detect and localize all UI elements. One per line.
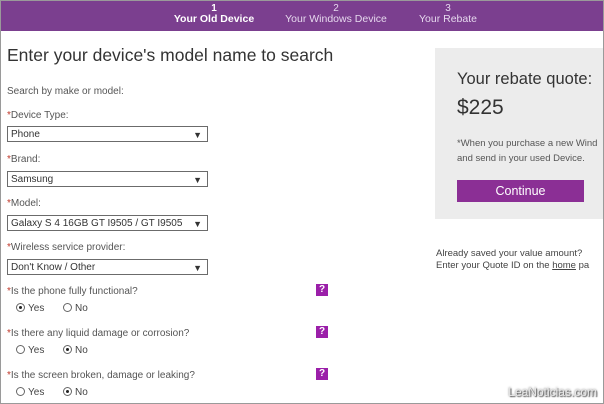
brand-label-text: Brand:: [10, 154, 41, 165]
radio-label: No: [75, 387, 88, 398]
question-text: Is the screen broken, damage or leaking?: [10, 370, 195, 381]
help-question-icon[interactable]: ?: [316, 284, 328, 296]
model-label-text: Model:: [10, 198, 41, 209]
liquid-no-radio[interactable]: No: [63, 345, 88, 357]
page-title: Enter your device's model name to search: [7, 45, 334, 65]
step-label: Your Windows Device: [285, 13, 387, 25]
saved-line-2: Enter your Quote ID on the home pa: [436, 260, 589, 272]
rebate-note: *When you purchase a new Wind and send i…: [457, 136, 603, 166]
radio-label: Yes: [28, 303, 45, 314]
radio-label: Yes: [28, 345, 45, 356]
progress-steps: 1 Your Old Device 2 Your Windows Device …: [1, 1, 603, 31]
device-type-select[interactable]: Phone ▼: [7, 126, 208, 142]
continue-button[interactable]: Continue: [457, 180, 584, 202]
step-label: Your Rebate: [419, 13, 477, 25]
watermark: LeaNoticias.com: [508, 385, 597, 399]
functional-yes-radio[interactable]: Yes: [16, 303, 44, 315]
question-screen: *Is the screen broken, damage or leaking…: [7, 370, 195, 381]
question-functional: *Is the phone fully functional?: [7, 286, 138, 297]
dropdown-arrow-icon: ▼: [193, 263, 202, 273]
radio-dot: [63, 345, 72, 354]
model-label: *Model:: [7, 198, 41, 209]
liquid-yes-radio[interactable]: Yes: [16, 345, 44, 357]
screen-no-radio[interactable]: No: [63, 387, 88, 399]
step-windows-device[interactable]: 2 Your Windows Device: [276, 3, 396, 25]
rebate-note-line: *When you purchase a new Wind: [457, 138, 598, 149]
screen-yes-radio[interactable]: Yes: [16, 387, 44, 399]
model-select[interactable]: Galaxy S 4 16GB GT I9505 / GT I9505 ▼: [7, 215, 208, 231]
question-text: Is there any liquid damage or corrosion?: [10, 328, 190, 339]
rebate-title: Your rebate quote:: [457, 70, 593, 88]
radio-label: No: [75, 303, 88, 314]
page-frame: 1 Your Old Device 2 Your Windows Device …: [0, 0, 604, 404]
brand-select[interactable]: Samsung ▼: [7, 171, 208, 187]
step-rebate[interactable]: 3 Your Rebate: [388, 3, 508, 25]
radio-dot: [16, 345, 25, 354]
saved-suffix: pa: [575, 260, 590, 271]
saved-line: Already saved your value amount?: [436, 248, 583, 259]
radio-dot: [16, 303, 25, 312]
search-subtitle: Search by make or model:: [7, 86, 124, 97]
provider-label: *Wireless service provider:: [7, 242, 125, 253]
home-link[interactable]: home: [552, 260, 576, 271]
radio-dot: [63, 303, 72, 312]
rebate-quote-panel: Your rebate quote: $225 *When you purcha…: [435, 48, 603, 219]
device-type-label: *Device Type:: [7, 110, 69, 121]
dropdown-arrow-icon: ▼: [193, 219, 202, 229]
dropdown-arrow-icon: ▼: [193, 175, 202, 185]
radio-label: No: [75, 345, 88, 356]
provider-label-text: Wireless service provider:: [10, 242, 126, 253]
dropdown-arrow-icon: ▼: [193, 130, 202, 140]
help-question-icon[interactable]: ?: [316, 368, 328, 380]
radio-label: Yes: [28, 387, 45, 398]
functional-no-radio[interactable]: No: [63, 303, 88, 315]
question-text: Is the phone fully functional?: [10, 286, 138, 297]
rebate-note-line: and send in your used Device.: [457, 153, 585, 164]
rebate-amount: $225: [457, 96, 504, 119]
provider-select[interactable]: Don't Know / Other ▼: [7, 259, 208, 275]
device-type-value: Phone: [11, 129, 40, 140]
saved-prefix: Enter your Quote ID on the: [436, 260, 553, 271]
help-question-icon[interactable]: ?: [316, 326, 328, 338]
radio-dot: [16, 387, 25, 396]
step-label: Your Old Device: [173, 13, 255, 25]
brand-value: Samsung: [11, 174, 54, 185]
question-liquid: *Is there any liquid damage or corrosion…: [7, 328, 189, 339]
brand-label: *Brand:: [7, 154, 40, 165]
saved-quote-text: Already saved your value amount? Enter y…: [436, 248, 589, 272]
model-value: Galaxy S 4 16GB GT I9505 / GT I9505: [11, 218, 183, 229]
radio-dot: [63, 387, 72, 396]
step-old-device[interactable]: 1 Your Old Device: [154, 3, 274, 25]
device-type-label-text: Device Type:: [10, 110, 69, 121]
provider-value: Don't Know / Other: [11, 262, 96, 273]
